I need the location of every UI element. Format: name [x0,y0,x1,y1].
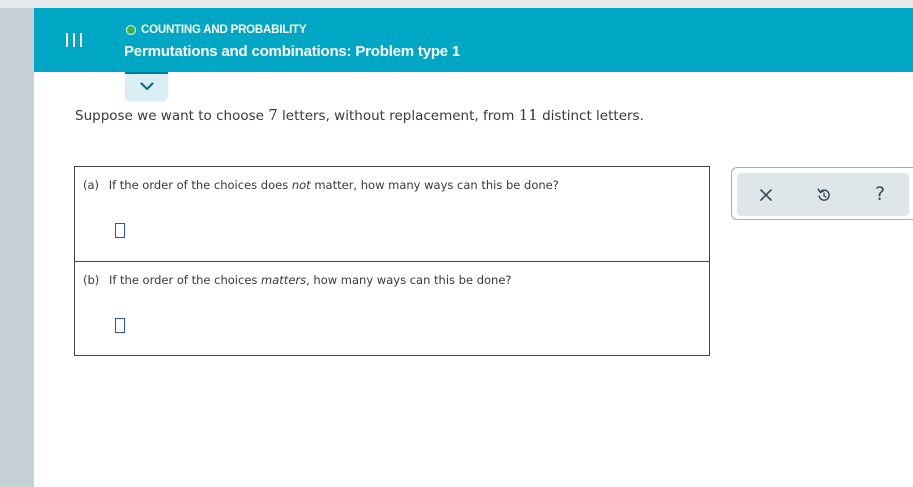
prompt-text-middle: letters, without replacement, from [277,108,519,124]
question-b-label: (b) [83,273,100,287]
close-icon [760,188,772,201]
top-strip [0,0,913,8]
question-part-a: (a) If the order of the choices does not… [75,167,709,261]
page-title: Permutations and combinations: Problem t… [124,43,461,60]
question-panel: (a) If the order of the choices does not… [74,166,710,356]
prompt-k-value: 7 [268,106,278,124]
question-b-text-end: , how many ways can this be done? [306,273,512,287]
undo-icon [817,188,830,201]
clear-button[interactable] [741,173,791,216]
menu-button[interactable] [34,8,114,72]
question-b-text-start: If the order of the choices [108,273,262,287]
answer-tools: ? [737,173,909,216]
question-a-text-start: If the order of the choices does [108,178,292,192]
question-b-emphasis: matters [261,273,307,287]
undo-button[interactable] [799,173,849,216]
left-rail [0,8,34,487]
question-mark-icon: ? [874,183,886,205]
topic-label: COUNTING AND PROBABILITY [141,24,307,36]
prompt-text-end: distinct letters. [537,108,644,124]
problem-statement: Suppose we want to choose 7 letters, wit… [75,106,644,124]
question-a-label: (a) [83,178,100,192]
answer-input-b[interactable] [115,318,125,333]
topic-row: COUNTING AND PROBABILITY [126,24,307,36]
question-a-text-end: matter, how many ways can this be done? [310,178,559,192]
header-bar: COUNTING AND PROBABILITY Permutations an… [34,8,913,72]
help-button[interactable]: ? [855,173,905,216]
answer-input-a[interactable] [115,223,125,238]
prompt-n-value: 11 [518,106,538,124]
question-part-b: (b) If the order of the choices matters,… [75,261,709,356]
green-circle-icon [126,25,136,35]
hamburger-menu-icon [66,33,82,47]
prompt-text-start: Suppose we want to choose [75,108,269,124]
answer-tools-panel: ? [731,167,913,220]
question-a-text: (a) If the order of the choices does not… [83,178,559,192]
question-a-emphasis: not [291,178,311,192]
chevron-down-icon [139,82,154,91]
collapse-button[interactable] [125,72,168,101]
question-b-text: (b) If the order of the choices matters,… [83,273,512,287]
